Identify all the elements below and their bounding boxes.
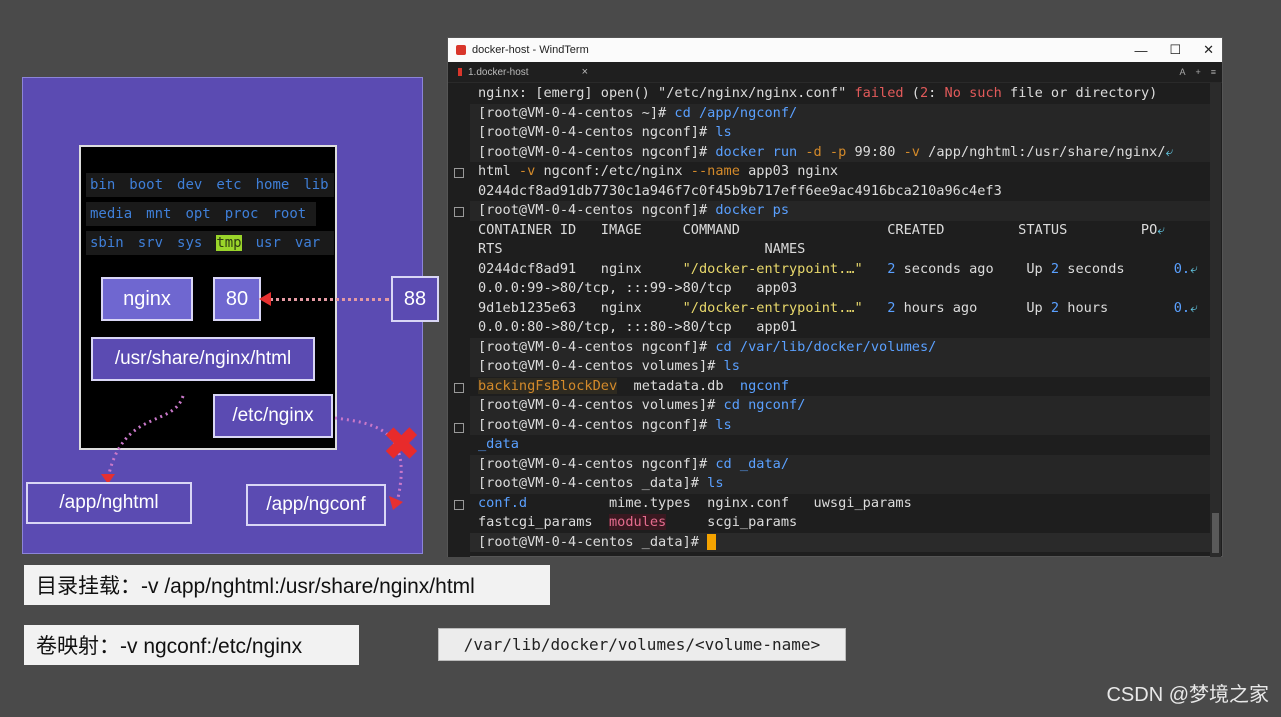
terminal-line: [root@VM-0-4-centos ngconf]# cd /var/lib…: [470, 337, 1211, 357]
fold-gutter: [448, 83, 470, 557]
maximize-button[interactable]: ☐: [1169, 42, 1181, 58]
fold-icon[interactable]: [454, 423, 464, 433]
terminal-line: [root@VM-0-4-centos _data]# ls: [470, 474, 1211, 494]
terminal-scrollbar[interactable]: [1210, 83, 1221, 557]
close-button[interactable]: ✕: [1203, 42, 1214, 58]
terminal-line: RTS NAMES: [478, 241, 806, 257]
scrollbar-thumb[interactable]: [1212, 513, 1219, 553]
x-mark-icon: ✖: [383, 420, 420, 469]
terminal-line: CONTAINER ID IMAGE COMMAND CREATED STATU…: [478, 221, 1165, 238]
terminal-line: 0244dcf8ad91 nginx "/docker-entrypoint.……: [478, 260, 1198, 277]
terminal-line: [root@VM-0-4-centos ngconf]# ls: [470, 415, 1211, 435]
tab-status-icon: [458, 68, 462, 76]
terminal-current-line[interactable]: [root@VM-0-4-centos _data]#: [470, 532, 1211, 552]
minimize-button[interactable]: —: [1134, 43, 1147, 58]
terminal-output[interactable]: nginx: [emerg] open() "/etc/nginx/nginx.…: [448, 83, 1211, 557]
terminal-line: [root@VM-0-4-centos volumes]# ls: [470, 357, 1211, 377]
watermark: CSDN @梦境之家: [1106, 684, 1269, 706]
font-size-button[interactable]: A: [1179, 67, 1185, 77]
windterm-window: docker-host - WindTerm — ☐ ✕ 1.docker-ho…: [447, 37, 1223, 557]
tab-bar: 1.docker-host × A + ≡: [448, 62, 1222, 83]
terminal-line: _data: [478, 436, 519, 452]
window-controls: — ☐ ✕: [1134, 38, 1214, 62]
menu-button[interactable]: ≡: [1211, 67, 1216, 77]
terminal-line: 0244dcf8ad91db7730c1a946f7c0f45b9b717eff…: [478, 182, 1002, 199]
terminal-line: 0.0.0:99->80/tcp, :::99->80/tcp app03: [478, 280, 798, 296]
window-title: docker-host - WindTerm: [472, 44, 589, 56]
terminal-line: 9d1eb1235e63 nginx "/docker-entrypoint.……: [478, 299, 1198, 316]
terminal-line: [root@VM-0-4-centos ngconf]# cd _data/: [470, 454, 1211, 474]
tab-label: 1.docker-host: [468, 66, 529, 78]
fold-icon[interactable]: [454, 500, 464, 510]
terminal-line: backingFsBlockDev metadata.db ngconf: [478, 377, 790, 394]
tab-bar-tools: A + ≡: [1179, 62, 1216, 82]
terminal-line: [root@VM-0-4-centos ngconf]# docker run …: [470, 142, 1211, 162]
windterm-app-icon: [456, 45, 466, 55]
terminal-line: conf.d mime.types nginx.conf uwsgi_param…: [478, 494, 912, 511]
fold-icon[interactable]: [454, 383, 464, 393]
text-cursor: [707, 533, 717, 550]
volume-path-caption: /var/lib/docker/volumes/<volume-name>: [438, 628, 846, 661]
volume-caption: 卷映射：-v ngconf:/etc/nginx: [24, 625, 359, 665]
app-ngconf-box: /app/ngconf: [246, 484, 386, 526]
terminal-line: html -v ngconf:/etc/nginx --name app03 n…: [478, 163, 839, 179]
terminal-line: [root@VM-0-4-centos ~]# cd /app/ngconf/: [470, 103, 1211, 123]
mount-caption: 目录挂载：-v /app/nghtml:/usr/share/nginx/htm…: [24, 565, 550, 605]
tab-close-icon[interactable]: ×: [582, 66, 588, 78]
terminal-line: fastcgi_params modules scgi_params: [478, 514, 798, 530]
app-nghtml-box: /app/nghtml: [26, 482, 192, 524]
title-bar: docker-host - WindTerm — ☐ ✕: [448, 38, 1222, 62]
tab-docker-host[interactable]: 1.docker-host ×: [448, 66, 588, 78]
docker-diagram: bin boot dev etc home lib media mnt opt …: [22, 77, 439, 554]
new-tab-button[interactable]: +: [1195, 67, 1200, 77]
terminal-line: 0.0.0:80->80/tcp, :::80->80/tcp app01: [478, 319, 798, 335]
terminal-line: nginx: [emerg] open() "/etc/nginx/nginx.…: [478, 85, 1158, 101]
fold-icon[interactable]: [454, 168, 464, 178]
terminal-line: [root@VM-0-4-centos volumes]# cd ngconf/: [470, 396, 1211, 416]
terminal-line: [root@VM-0-4-centos ngconf]# docker ps: [470, 201, 1211, 221]
fold-icon[interactable]: [454, 207, 464, 217]
terminal-line: [root@VM-0-4-centos ngconf]# ls: [470, 123, 1211, 143]
